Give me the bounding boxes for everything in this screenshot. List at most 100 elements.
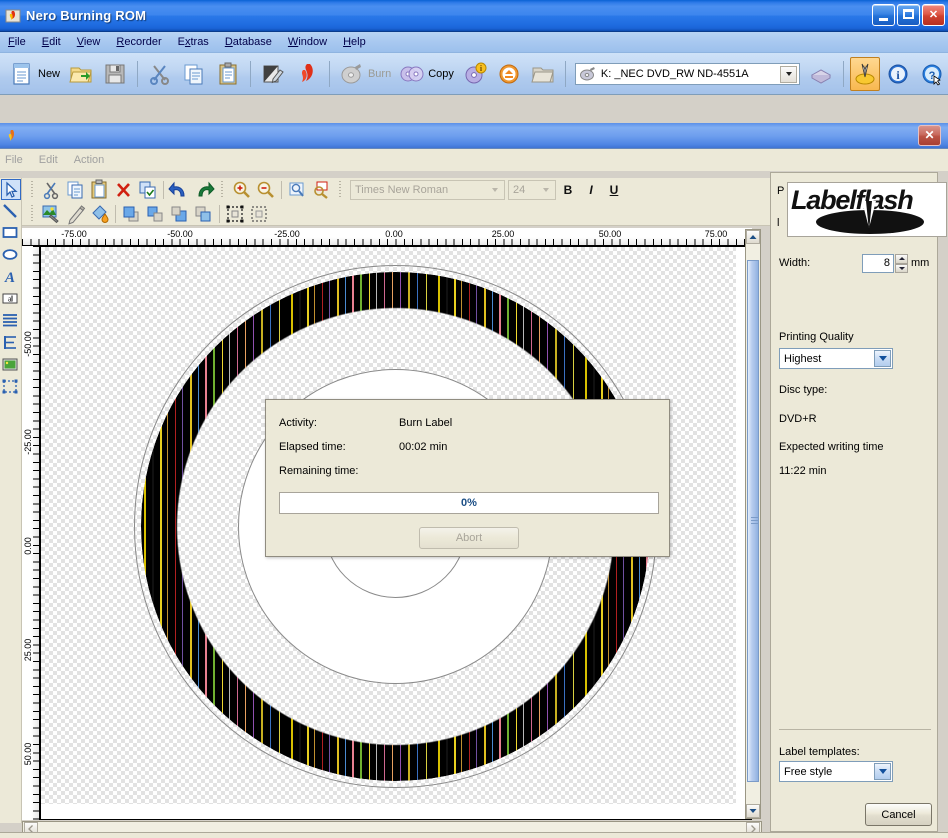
text-tool[interactable]: A: [1, 267, 21, 288]
text-block-tool[interactable]: [1, 311, 21, 332]
pencil-icon[interactable]: [64, 203, 87, 225]
toolbar-gripper-4[interactable]: [30, 205, 35, 223]
copy-item-button[interactable]: [178, 57, 210, 91]
send-back-icon[interactable]: [192, 203, 215, 225]
toolbar-gripper-2[interactable]: [220, 181, 225, 199]
underline-button[interactable]: U: [603, 180, 625, 200]
insert-image-icon[interactable]: [40, 203, 63, 225]
editor-separator-1: [163, 181, 164, 199]
labelflash-button[interactable]: [849, 56, 880, 91]
bring-front-icon[interactable]: [120, 203, 143, 225]
rectangle-tool[interactable]: [1, 223, 21, 244]
save-button[interactable]: [99, 57, 131, 91]
scroll-up-button[interactable]: [746, 230, 760, 244]
ruler-v-label-4: 50.00: [23, 742, 33, 766]
bring-forward-icon[interactable]: [144, 203, 167, 225]
zoom-in-icon[interactable]: [230, 179, 253, 201]
italic-button[interactable]: I: [580, 180, 602, 200]
zoom-out-icon[interactable]: [254, 179, 277, 201]
minimize-button[interactable]: [872, 4, 895, 26]
menu-view[interactable]: View: [77, 36, 101, 48]
menu-extras[interactable]: Extras: [178, 36, 209, 48]
width-stepper[interactable]: [895, 254, 908, 273]
drive-selector[interactable]: K: _NEC DVD_RW ND-4551A: [574, 62, 800, 85]
ruler-v-label-3: 25.00: [23, 638, 33, 662]
disc-info-button[interactable]: i: [459, 57, 491, 91]
canvas-vertical-scrollbar[interactable]: [745, 229, 761, 819]
copy-icon[interactable]: [64, 179, 87, 201]
ruler-v-label-1: -25.00: [23, 429, 33, 455]
vertical-scroll-thumb[interactable]: [747, 260, 759, 782]
labelflash-menu-file[interactable]: File: [5, 154, 23, 166]
fill-icon[interactable]: [88, 203, 111, 225]
toolbar-gripper[interactable]: [30, 181, 35, 199]
paste-button[interactable]: [212, 57, 244, 91]
printing-quality-arrow[interactable]: [874, 350, 891, 367]
font-size-combo[interactable]: 24: [508, 180, 556, 200]
width-stepper-up[interactable]: [895, 254, 908, 264]
labelflash-menu-action[interactable]: Action: [74, 154, 105, 166]
paste-icon[interactable]: [88, 179, 111, 201]
width-stepper-down[interactable]: [895, 263, 908, 273]
font-size-arrow[interactable]: [538, 182, 554, 198]
redo-icon[interactable]: [192, 179, 215, 201]
marquee-tool[interactable]: [1, 377, 21, 398]
horizontal-ruler: -75.00 -50.00 -25.00 0.00 25.00 50.00 75…: [22, 228, 752, 246]
text-field-tool[interactable]: a: [1, 289, 21, 310]
label-settings-panel: P l Labelflash Width: 8 mm Printing Qual…: [770, 172, 947, 832]
menu-window[interactable]: Window: [288, 36, 327, 48]
deselect-icon[interactable]: [248, 203, 271, 225]
label-templates-combo[interactable]: Free style: [779, 761, 893, 782]
menu-database[interactable]: Database: [225, 36, 272, 48]
eject-button[interactable]: [493, 57, 525, 91]
font-family-arrow[interactable]: [487, 182, 503, 198]
menu-recorder[interactable]: Recorder: [116, 36, 161, 48]
width-input[interactable]: 8: [862, 254, 894, 273]
drive-dropdown-arrow[interactable]: [780, 65, 797, 83]
labelflash-menu-edit[interactable]: Edit: [39, 154, 58, 166]
window-titlebar: Nero Burning ROM ✕: [0, 0, 948, 32]
delete-icon[interactable]: [112, 179, 135, 201]
duplicate-icon[interactable]: [136, 179, 159, 201]
bold-button[interactable]: B: [557, 180, 579, 200]
nero-express-button[interactable]: [291, 57, 323, 91]
open-button[interactable]: [65, 57, 97, 91]
activity-value: Burn Label: [399, 417, 453, 429]
copy-disc-button[interactable]: Copy: [396, 57, 457, 91]
help-question-icon: ?: [919, 61, 945, 87]
menu-help[interactable]: Help: [343, 36, 366, 48]
edit-button[interactable]: [257, 57, 289, 91]
curved-text-tool[interactable]: [1, 333, 21, 354]
zoom-region-icon[interactable]: [310, 179, 333, 201]
about-button[interactable]: i: [882, 57, 914, 91]
select-all-icon[interactable]: [224, 203, 247, 225]
printing-quality-combo[interactable]: Highest: [779, 348, 893, 369]
labelflash-close-button[interactable]: ✕: [918, 125, 941, 146]
new-button[interactable]: New: [6, 57, 63, 91]
image-tool[interactable]: [1, 355, 21, 376]
help-button[interactable]: ?: [916, 57, 948, 91]
close-button[interactable]: ✕: [922, 4, 945, 26]
menu-edit[interactable]: Edit: [42, 36, 61, 48]
burn-button-label: Burn: [367, 67, 392, 80]
cancel-button[interactable]: Cancel: [865, 803, 932, 826]
medium-info-button[interactable]: [805, 57, 837, 91]
toolbar-separator-5: [843, 60, 844, 87]
new-document-icon: [9, 61, 35, 87]
browse-button[interactable]: [527, 57, 559, 91]
label-templates-arrow[interactable]: [874, 763, 891, 780]
cut-button[interactable]: [144, 57, 176, 91]
toolbar-gripper-3[interactable]: [338, 181, 343, 199]
font-family-combo[interactable]: Times New Roman: [350, 180, 505, 200]
menu-file[interactable]: File: [8, 36, 26, 48]
send-backward-icon[interactable]: [168, 203, 191, 225]
pointer-tool[interactable]: [1, 179, 21, 200]
maximize-button[interactable]: [897, 4, 920, 26]
line-tool[interactable]: [1, 201, 21, 222]
cut-icon[interactable]: [40, 179, 63, 201]
activity-label: Activity:: [279, 417, 317, 429]
undo-icon[interactable]: [168, 179, 191, 201]
scroll-down-button[interactable]: [746, 804, 760, 818]
ellipse-tool[interactable]: [1, 245, 21, 266]
zoom-fit-icon[interactable]: [286, 179, 309, 201]
